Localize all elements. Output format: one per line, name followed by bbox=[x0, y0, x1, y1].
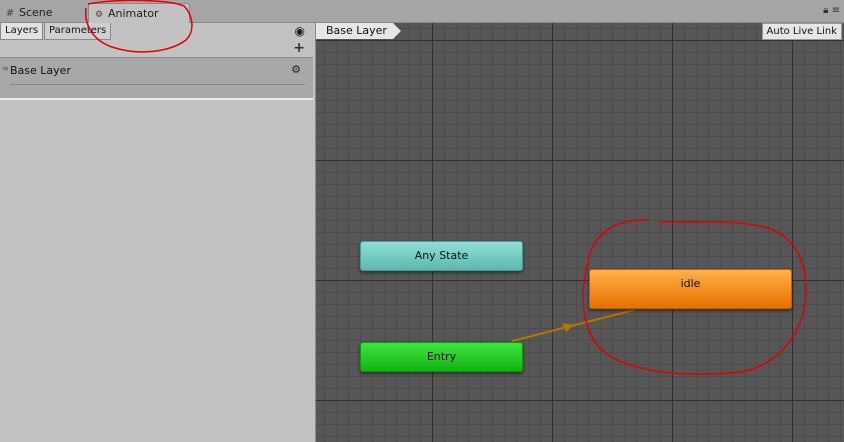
tab-layers[interactable]: Layers bbox=[0, 23, 44, 40]
eye-icon[interactable]: ◉ bbox=[295, 24, 305, 38]
panel-tabs: Layers Parameters ◉ bbox=[0, 23, 315, 40]
tab-animator[interactable]: ⚙ Animator bbox=[88, 3, 190, 23]
gear-icon[interactable]: ⚙ bbox=[291, 63, 301, 76]
drag-handle-icon[interactable]: ≡ bbox=[2, 64, 9, 73]
state-idle[interactable]: idle bbox=[589, 269, 792, 309]
layer-weight-slider[interactable] bbox=[10, 84, 305, 85]
state-machine-graph[interactable]: Base Layer Auto Live Link Any State Entr… bbox=[316, 23, 844, 442]
layer-row-base[interactable]: ≡ Base Layer ⚙ bbox=[0, 57, 313, 100]
window-controls: 🔒︎ ≡ bbox=[823, 5, 840, 16]
tab-animator-label: Animator bbox=[108, 7, 159, 20]
transitions-layer bbox=[511, 309, 635, 342]
add-layer-button[interactable]: + bbox=[293, 40, 305, 56]
menu-icon[interactable]: ≡ bbox=[832, 5, 840, 16]
state-any-state[interactable]: Any State bbox=[360, 241, 523, 271]
state-entry[interactable]: Entry bbox=[360, 342, 523, 372]
layers-panel: Layers Parameters ◉ + ≡ Base Layer ⚙ bbox=[0, 23, 316, 442]
lock-icon[interactable]: 🔒︎ bbox=[823, 5, 828, 16]
tab-scene[interactable]: # Scene bbox=[0, 3, 86, 22]
layer-name: Base Layer bbox=[10, 64, 71, 77]
window-tab-bar: # Scene ⚙ Animator 🔒︎ ≡ bbox=[0, 0, 844, 23]
animator-window: # Scene ⚙ Animator 🔒︎ ≡ Layers Parameters … bbox=[0, 0, 844, 442]
tab-scene-label: Scene bbox=[19, 6, 53, 19]
grid-icon: # bbox=[5, 8, 15, 19]
tab-parameters[interactable]: Parameters bbox=[44, 23, 112, 40]
